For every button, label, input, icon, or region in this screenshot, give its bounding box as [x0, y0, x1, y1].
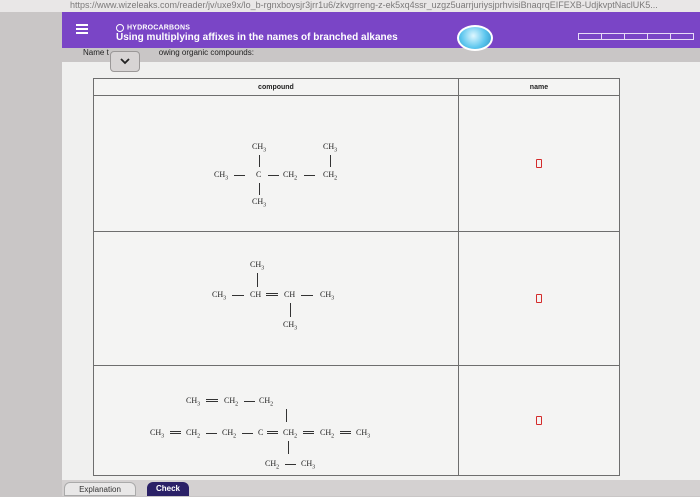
bond-line [259, 155, 260, 167]
browser-url-bar: https://www.wizeleaks.com/reader/jv/uxe9… [0, 0, 700, 12]
double-bond-line [267, 431, 278, 434]
bond-line [234, 175, 245, 176]
bond-line [290, 303, 291, 317]
question-prompt: Name t owing organic compounds: [83, 48, 254, 57]
bond-line [268, 175, 279, 176]
formula-group: CH3 [250, 260, 265, 272]
answer-input-2[interactable] [535, 293, 542, 303]
check-button[interactable]: Check [147, 482, 189, 496]
progress-segment [601, 33, 625, 40]
double-bond-line [206, 399, 218, 402]
bond-line [301, 295, 313, 296]
formula-group: CH [250, 290, 262, 299]
chevron-down-icon [120, 58, 130, 65]
progress-bar [578, 33, 694, 40]
topic-text: HYDROCARBONS [127, 24, 191, 32]
double-bond-line [303, 431, 314, 434]
bond-line [286, 409, 287, 422]
formula-group: CH2 [283, 170, 298, 182]
bond-line [242, 433, 253, 434]
double-bond-line [340, 431, 351, 434]
bond-line [304, 175, 315, 176]
progress-segment [578, 33, 602, 40]
formula-group: CH3 [252, 197, 267, 209]
formula-group: CH2 [323, 170, 338, 182]
bond-line [257, 273, 258, 287]
topic-dot-icon [116, 23, 124, 32]
formula-group: CH2 [222, 428, 237, 440]
progress-segment [670, 33, 694, 40]
bond-line [232, 295, 244, 296]
bond-line [259, 183, 260, 195]
formula-group: CH3 [320, 290, 335, 302]
compounds-table: compound name CH3 CH3 CH3 C CH2 CH2 CH3 … [93, 78, 621, 476]
name-cell [457, 365, 621, 476]
double-bond-line [170, 431, 181, 434]
formula-group: CH2 [283, 428, 298, 440]
app-header: HYDROCARBONS Using multiplying affixes i… [62, 12, 700, 51]
prompt-rest: owing organic compounds: [158, 48, 254, 57]
formula-group: CH3 [356, 428, 371, 440]
bond-line [244, 401, 255, 402]
answer-input-3[interactable] [535, 415, 542, 425]
formula-group: CH3 [323, 142, 338, 154]
formula-group: CH3 [186, 396, 201, 408]
progress-segment [624, 33, 648, 40]
name-cell [457, 95, 621, 232]
status-oval-icon [457, 25, 493, 51]
formula-group: CH3 [150, 428, 165, 440]
formula-group: CH3 [283, 320, 298, 332]
collapse-toggle[interactable] [110, 51, 140, 72]
formula-group: CH2 [320, 428, 335, 440]
column-header-compound: compound [93, 78, 459, 96]
bond-line [288, 441, 289, 454]
formula-group: CH2 [259, 396, 274, 408]
double-bond-line [266, 293, 278, 296]
explanation-button[interactable]: Explanation [64, 482, 136, 496]
page-title: Using multiplying affixes in the names o… [116, 32, 398, 43]
compound-structure-2: CH3 CH3 CH CH CH3 CH3 [93, 231, 459, 366]
compound-structure-1: CH3 CH3 CH3 C CH2 CH2 CH3 [93, 95, 459, 232]
answer-input-1[interactable] [535, 158, 542, 168]
compound-structure-3: CH3 CH2 CH2 CH3 CH2 CH2 C CH2 CH2 CH3 CH… [93, 365, 459, 476]
formula-group: CH2 [224, 396, 239, 408]
table-row: CH3 CH3 CH CH CH3 CH3 [93, 231, 621, 366]
table-row: CH3 CH3 CH3 C CH2 CH2 CH3 [93, 95, 621, 232]
prompt-lead: Name t [83, 48, 109, 57]
progress-segment [647, 33, 671, 40]
column-header-name: name [457, 78, 621, 96]
bond-line [285, 464, 296, 465]
formula-group: CH3 [212, 290, 227, 302]
name-cell [457, 231, 621, 366]
formula-group: CH2 [186, 428, 201, 440]
table-row: CH3 CH2 CH2 CH3 CH2 CH2 C CH2 CH2 CH3 CH… [93, 365, 621, 476]
formula-group: CH3 [301, 459, 316, 471]
bond-line [330, 155, 331, 167]
topic-label: HYDROCARBONS [116, 19, 191, 32]
formula-group: CH3 [214, 170, 229, 182]
bond-line [206, 433, 217, 434]
formula-group: C [258, 428, 264, 437]
hamburger-menu-icon[interactable] [76, 24, 88, 34]
formula-group: CH2 [265, 459, 280, 471]
formula-group: CH3 [252, 142, 267, 154]
formula-group: CH [284, 290, 296, 299]
formula-group: C [256, 170, 262, 179]
